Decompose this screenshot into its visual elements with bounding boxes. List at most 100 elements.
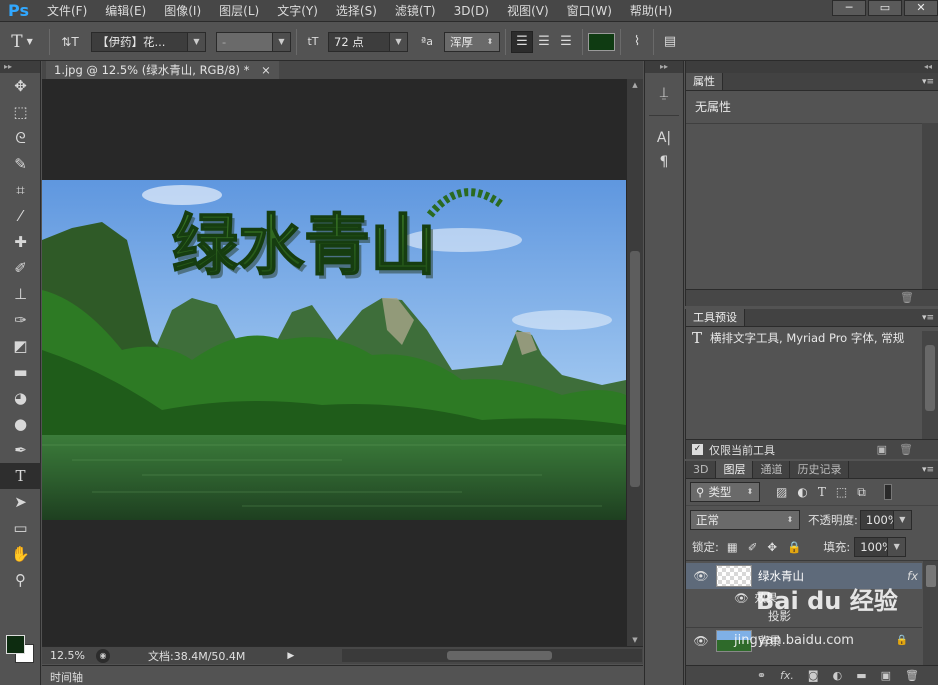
checkbox-current-tool-only[interactable]: ✓ — [692, 444, 703, 455]
shape-tool-button[interactable]: ▭ — [0, 515, 41, 541]
layer-filter-select[interactable]: ⚲ 类型 ⬍ — [690, 482, 760, 502]
new-layer-icon[interactable]: ▣ — [881, 669, 891, 682]
lock-transparent-icon[interactable]: ▦ — [727, 540, 738, 554]
hand-tool-button[interactable]: ✋ — [0, 541, 41, 567]
new-group-icon[interactable]: ▬ — [856, 669, 866, 682]
document-tab[interactable]: 1.jpg @ 12.5% (绿水青山, RGB/8) * × — [46, 61, 279, 79]
antialias-select[interactable]: 浑厚 ⬍ — [444, 31, 500, 52]
menu-layer[interactable]: 图层(L) — [210, 0, 268, 22]
trash-icon[interactable]: 🗑 — [899, 443, 913, 456]
status-info-icon[interactable]: ◉ — [96, 648, 110, 663]
horizontal-scroll-thumb[interactable] — [447, 651, 552, 660]
scroll-up-icon[interactable]: ▲ — [627, 81, 643, 89]
type-tool-button[interactable]: T — [0, 463, 41, 489]
tool-preset-picker[interactable]: T ▼ — [0, 27, 44, 57]
pen-tool-button[interactable]: ✒ — [0, 437, 41, 463]
status-menu-arrow-icon[interactable]: ▶ — [287, 651, 294, 661]
zoom-level[interactable]: 12.5% — [50, 649, 90, 662]
tab-channels[interactable]: 通道 — [753, 461, 791, 478]
path-select-tool-button[interactable]: ➤ — [0, 489, 41, 515]
close-tab-icon[interactable]: × — [261, 63, 271, 77]
vertical-scrollbar[interactable]: ▲ ▼ — [627, 79, 643, 646]
zoom-tool-button[interactable]: ⚲ — [0, 567, 41, 593]
filter-pixel-icon[interactable]: ▨ — [776, 485, 787, 499]
document-image[interactable]: 绿水青山 绿水青山 — [42, 180, 626, 520]
close-button[interactable]: ✕ — [904, 0, 938, 16]
delete-layer-icon[interactable]: 🗑 — [905, 669, 919, 682]
font-size-select[interactable]: 72 点 ▼ — [328, 31, 408, 52]
menu-image[interactable]: 图像(I) — [155, 0, 210, 22]
opacity-input[interactable]: 100% ▼ — [859, 509, 912, 530]
visibility-eye-icon[interactable]: 👁 — [734, 591, 749, 605]
layers-scrollbar[interactable] — [923, 561, 938, 665]
eyedropper-tool-button[interactable]: ⁄ — [0, 203, 41, 229]
menu-3d[interactable]: 3D(D) — [445, 0, 498, 22]
paragraph-dock-button[interactable]: ¶ — [645, 150, 683, 174]
scroll-down-icon[interactable]: ▼ — [627, 636, 643, 644]
move-tool-button[interactable]: ✥ — [0, 73, 41, 99]
menu-help[interactable]: 帮助(H) — [621, 0, 681, 22]
menu-edit[interactable]: 编辑(E) — [96, 0, 155, 22]
lock-position-icon[interactable]: ✥ — [767, 540, 777, 554]
add-mask-icon[interactable]: ◙ — [808, 669, 819, 682]
toolbar-header[interactable]: ▸▸ — [0, 61, 40, 73]
dodge-tool-button[interactable]: ● — [0, 411, 41, 437]
character-panel-button[interactable]: ▤ — [659, 31, 681, 53]
timeline-panel[interactable]: 时间轴 — [42, 665, 643, 685]
panel-collapse-bar[interactable]: ◂◂ — [686, 61, 938, 73]
foreground-color[interactable] — [6, 635, 25, 654]
horizontal-scrollbar[interactable] — [342, 649, 642, 662]
blend-mode-select[interactable]: 正常 ⬍ — [690, 509, 800, 530]
menu-file[interactable]: 文件(F) — [38, 0, 96, 22]
quick-select-tool-button[interactable]: ✎ — [0, 151, 41, 177]
visibility-eye-icon[interactable]: 👁 — [686, 569, 716, 583]
filter-shape-icon[interactable]: ⬚ — [836, 485, 847, 499]
presets-scroll-thumb[interactable] — [925, 345, 935, 411]
healing-brush-tool-button[interactable]: ✚ — [0, 229, 41, 255]
align-center-button[interactable]: ☰ — [533, 31, 555, 53]
align-right-button[interactable]: ☰ — [555, 31, 577, 53]
panel-menu-icon[interactable]: ▾≡ — [918, 73, 938, 90]
text-orientation-button[interactable]: ⇅T — [55, 31, 85, 53]
menu-type[interactable]: 文字(Y) — [268, 0, 327, 22]
visibility-eye-icon[interactable]: 👁 — [686, 634, 716, 648]
lock-all-icon[interactable]: 🔒 — [787, 540, 801, 554]
font-family-select[interactable]: 【伊药】花... ▼ — [91, 31, 206, 52]
marquee-tool-button[interactable]: ⬚ — [0, 99, 41, 125]
history-brush-tool-button[interactable]: ✑ — [0, 307, 41, 333]
menu-select[interactable]: 选择(S) — [327, 0, 386, 22]
eraser-tool-button[interactable]: ◩ — [0, 333, 41, 359]
warp-text-button[interactable]: ⌇ — [626, 31, 648, 53]
character-dock-button[interactable]: A| — [645, 126, 683, 150]
gradient-tool-button[interactable]: ▬ — [0, 359, 41, 385]
menu-filter[interactable]: 滤镜(T) — [386, 0, 445, 22]
tool-presets-dock-button[interactable]: ⍊ — [645, 81, 683, 105]
filter-adjustment-icon[interactable]: ◐ — [797, 485, 807, 499]
align-left-button[interactable]: ☰ — [511, 30, 533, 53]
blur-tool-button[interactable]: ◕ — [0, 385, 41, 411]
presets-scrollbar[interactable] — [922, 331, 938, 439]
vertical-scroll-thumb[interactable] — [630, 251, 640, 487]
tab-3d[interactable]: 3D — [686, 461, 717, 478]
layers-scroll-thumb[interactable] — [926, 565, 936, 587]
filter-smart-object-icon[interactable]: ⧉ — [857, 485, 866, 500]
menu-view[interactable]: 视图(V) — [498, 0, 558, 22]
tab-history[interactable]: 历史记录 — [790, 461, 850, 478]
dock-header[interactable]: ▸▸ — [645, 61, 683, 73]
panel-menu-icon[interactable]: ▾≡ — [918, 309, 938, 326]
restore-button[interactable]: ▭ — [868, 0, 902, 16]
font-style-select[interactable]: - ▼ — [216, 31, 291, 52]
add-style-icon[interactable]: fx. — [780, 669, 794, 682]
fx-badge[interactable]: fx — [907, 569, 918, 583]
panel-menu-icon[interactable]: ▾≡ — [918, 461, 938, 478]
brush-tool-button[interactable]: ✐ — [0, 255, 41, 281]
new-preset-icon[interactable]: ▣ — [877, 443, 887, 456]
menu-window[interactable]: 窗口(W) — [558, 0, 621, 22]
crop-tool-button[interactable]: ⌗ — [0, 177, 41, 203]
text-color-swatch[interactable] — [588, 32, 615, 51]
lock-image-icon[interactable]: ✐ — [748, 540, 758, 554]
canvas-area[interactable]: 绿水青山 绿水青山 — [42, 79, 627, 646]
lasso-tool-button[interactable]: ᘓ — [0, 125, 41, 151]
tab-tool-presets[interactable]: 工具预设 — [686, 309, 745, 326]
tab-layers[interactable]: 图层 — [716, 461, 754, 478]
